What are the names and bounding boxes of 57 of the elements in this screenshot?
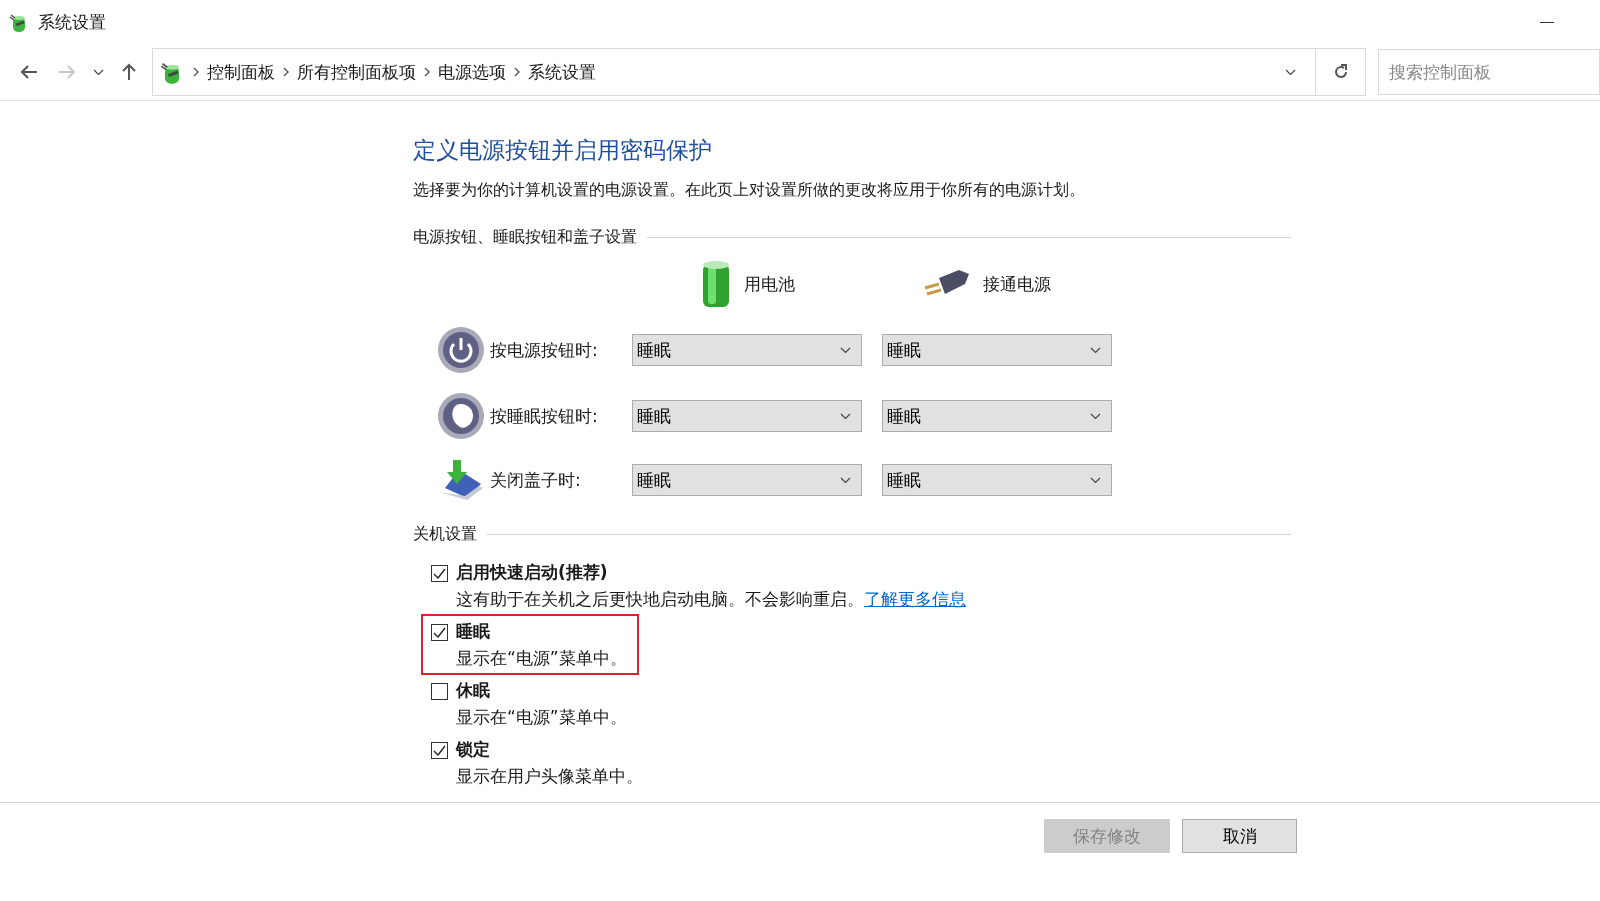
refresh-icon xyxy=(1332,64,1349,80)
breadcrumb[interactable]: 电源选项 xyxy=(438,60,506,84)
dropdown[interactable]: 睡眠 xyxy=(882,400,1112,432)
section-title: 电源按钮、睡眠按钮和盖子设置 xyxy=(413,227,637,248)
option-label: 启用快速启动(推荐) xyxy=(456,561,609,584)
checkbox[interactable] xyxy=(431,565,448,582)
option-description: 显示在用户头像菜单中。 xyxy=(456,765,643,788)
dropdown[interactable]: 睡眠 xyxy=(632,464,862,496)
arrow-up-icon xyxy=(122,63,136,81)
setting-label: 关闭盖子时: xyxy=(489,468,582,492)
option-label: 锁定 xyxy=(456,738,491,761)
power-icon xyxy=(437,326,485,374)
option-label: 休眠 xyxy=(456,679,491,702)
chevron-down-icon xyxy=(92,68,104,76)
dropdown[interactable]: 睡眠 xyxy=(632,400,862,432)
check-icon xyxy=(433,568,446,579)
chevron-down-icon xyxy=(840,346,851,354)
setting-label: 按睡眠按钮时: xyxy=(489,404,599,428)
chevron-down-icon xyxy=(1090,346,1101,354)
page-heading: 定义电源按钮并启用密码保护 xyxy=(413,136,713,165)
chevron-down-icon xyxy=(840,412,851,420)
chevron-right-icon xyxy=(283,67,289,77)
option-description: 显示在“电源”菜单中。 xyxy=(456,647,627,670)
dropdown[interactable]: 睡眠 xyxy=(882,464,1112,496)
check-icon xyxy=(433,745,446,756)
checkbox[interactable] xyxy=(431,624,448,641)
chevron-right-icon xyxy=(193,67,199,77)
chevron-right-icon xyxy=(514,67,520,77)
address-bar[interactable]: 控制面板 所有控制面板项 电源选项 系统设置 xyxy=(152,48,1366,96)
chevron-down-icon xyxy=(1284,68,1296,76)
dropdown[interactable]: 睡眠 xyxy=(632,334,862,366)
column-header: 用电池 xyxy=(743,272,795,296)
arrow-left-icon xyxy=(20,65,38,79)
minimize-button[interactable] xyxy=(1540,21,1554,23)
chevron-right-icon xyxy=(424,67,430,77)
column-header: 接通电源 xyxy=(983,272,1051,296)
chevron-down-icon xyxy=(840,476,851,484)
checkbox[interactable] xyxy=(431,683,448,700)
breadcrumb[interactable]: 控制面板 xyxy=(207,60,275,84)
option-description: 这有助于在关机之后更快地启动电脑。不会影响重启。 xyxy=(456,588,864,611)
breadcrumb[interactable]: 所有控制面板项 xyxy=(297,60,416,84)
learn-more-link[interactable]: 了解更多信息 xyxy=(864,589,966,609)
option-description: 显示在“电源”菜单中。 xyxy=(456,706,627,729)
window-title: 系统设置 xyxy=(38,10,107,34)
cancel-button[interactable]: 取消 xyxy=(1182,819,1297,853)
search-field[interactable]: 搜索控制面板 xyxy=(1378,49,1600,95)
check-icon xyxy=(433,627,446,638)
page-description: 选择要为你的计算机设置的电源设置。在此页上对设置所做的更改将应用于你所有的电源计划。 xyxy=(413,180,1086,201)
section-title: 关机设置 xyxy=(413,524,477,545)
dropdown[interactable]: 睡眠 xyxy=(882,334,1112,366)
checkbox[interactable] xyxy=(431,742,448,759)
option-label: 睡眠 xyxy=(456,620,491,643)
setting-label: 按电源按钮时: xyxy=(489,338,599,362)
chevron-down-icon xyxy=(1090,412,1101,420)
arrow-right-icon xyxy=(58,65,76,79)
chevron-down-icon xyxy=(1090,476,1101,484)
breadcrumb[interactable]: 系统设置 xyxy=(528,60,596,84)
